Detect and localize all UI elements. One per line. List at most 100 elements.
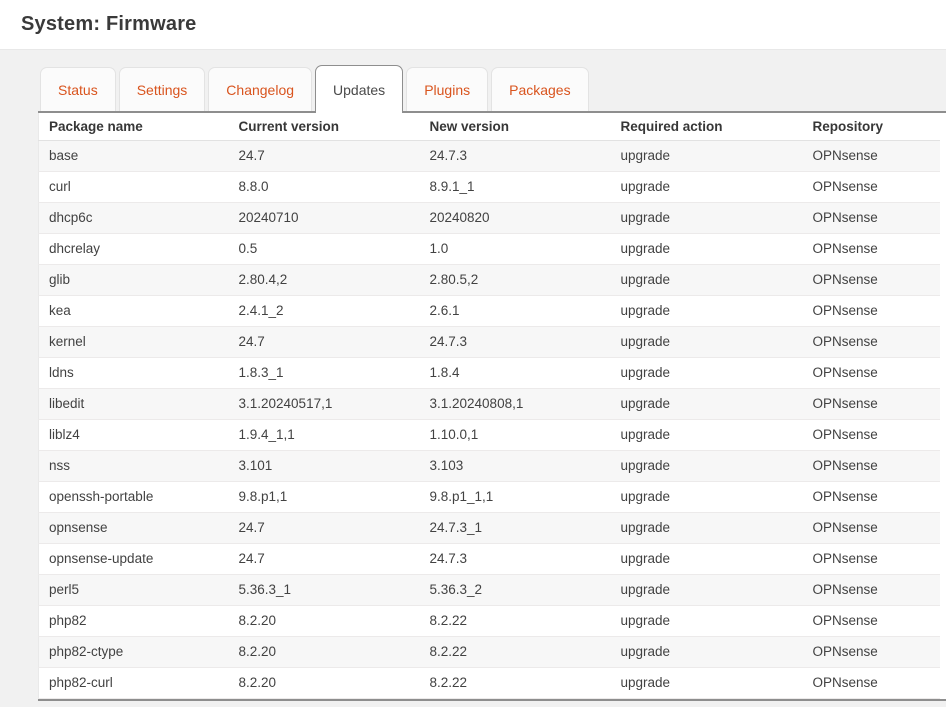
cell-current-version: 5.36.3_1 xyxy=(228,574,420,606)
table-row-base: base 24.7 24.7.3 upgrade OPNsense xyxy=(38,140,940,172)
updates-table: Package name Current version New version Re… xyxy=(38,113,940,699)
cell-new-version: 20240820 xyxy=(419,202,611,234)
table-header-row: Package name Current version New version Re… xyxy=(38,113,940,141)
cell-current-version: 2.80.4,2 xyxy=(228,264,420,296)
cell-package-name: glib xyxy=(38,264,229,296)
cell-repository: OPNsense xyxy=(802,512,940,544)
cell-repository: OPNsense xyxy=(802,636,940,668)
column-header-repository: Repository xyxy=(802,113,940,141)
table-row-ldns: ldns 1.8.3_1 1.8.4 upgrade OPNsense xyxy=(38,357,940,389)
cell-package-name: liblz4 xyxy=(38,419,229,451)
table-row-nss: nss 3.101 3.103 upgrade OPNsense xyxy=(38,450,940,482)
cell-required-action: upgrade xyxy=(610,574,803,606)
table-row-opnsense: opnsense 24.7 24.7.3_1 upgrade OPNsense xyxy=(38,512,940,544)
column-header-current-version: Current version xyxy=(228,113,420,141)
cell-required-action: upgrade xyxy=(610,481,803,513)
cell-required-action: upgrade xyxy=(610,295,803,327)
cell-new-version: 24.7.3 xyxy=(419,543,611,575)
cell-current-version: 9.8.p1,1 xyxy=(228,481,420,513)
cell-repository: OPNsense xyxy=(802,605,940,637)
content-area: Status Settings Changelog Updates Plugins Pac… xyxy=(38,50,946,701)
cell-package-name: kernel xyxy=(38,326,229,358)
cell-current-version: 24.7 xyxy=(228,512,420,544)
column-header-package-name: Package name xyxy=(38,113,229,141)
cell-required-action: upgrade xyxy=(610,419,803,451)
cell-new-version: 1.10.0,1 xyxy=(419,419,611,451)
cell-required-action: upgrade xyxy=(610,605,803,637)
cell-package-name: perl5 xyxy=(38,574,229,606)
column-header-new-version: New version xyxy=(419,113,611,141)
cell-package-name: nss xyxy=(38,450,229,482)
cell-required-action: upgrade xyxy=(610,543,803,575)
cell-required-action: upgrade xyxy=(610,202,803,234)
cell-new-version: 8.9.1_1 xyxy=(419,171,611,203)
cell-current-version: 1.9.4_1,1 xyxy=(228,419,420,451)
cell-repository: OPNsense xyxy=(802,543,940,575)
cell-current-version: 2.4.1_2 xyxy=(228,295,420,327)
cell-package-name: dhcp6c xyxy=(38,202,229,234)
cell-new-version: 1.8.4 xyxy=(419,357,611,389)
table-row-php82: php82 8.2.20 8.2.22 upgrade OPNsense xyxy=(38,605,940,637)
cell-package-name: openssh-portable xyxy=(38,481,229,513)
cell-package-name: dhcrelay xyxy=(38,233,229,265)
cell-new-version: 8.2.22 xyxy=(419,605,611,637)
tab-packages[interactable]: Packages xyxy=(491,67,589,111)
cell-new-version: 24.7.3_1 xyxy=(419,512,611,544)
cell-current-version: 8.2.20 xyxy=(228,667,420,699)
table-row-opnsense-update: opnsense-update 24.7 24.7.3 upgrade OPNsense xyxy=(38,543,940,575)
table-row-kernel: kernel 24.7 24.7.3 upgrade OPNsense xyxy=(38,326,940,358)
table-row-libedit: libedit 3.1.20240517,1 3.1.20240808,1 upgra… xyxy=(38,388,940,420)
cell-new-version: 9.8.p1_1,1 xyxy=(419,481,611,513)
tab-status[interactable]: Status xyxy=(40,67,116,111)
table-row-dhcp6c: dhcp6c 20240710 20240820 upgrade OPNsense xyxy=(38,202,940,234)
cell-required-action: upgrade xyxy=(610,233,803,265)
cell-new-version: 24.7.3 xyxy=(419,326,611,358)
table-row-glib: glib 2.80.4,2 2.80.5,2 upgrade OPNsense xyxy=(38,264,940,296)
cell-package-name: ldns xyxy=(38,357,229,389)
tab-updates[interactable]: Updates xyxy=(315,65,404,113)
cell-current-version: 24.7 xyxy=(228,140,420,172)
cell-package-name: base xyxy=(38,140,229,172)
cell-required-action: upgrade xyxy=(610,388,803,420)
cell-package-name: php82-curl xyxy=(38,667,229,699)
cell-new-version: 8.2.22 xyxy=(419,667,611,699)
cell-current-version: 3.1.20240517,1 xyxy=(228,388,420,420)
table-row-curl: curl 8.8.0 8.9.1_1 upgrade OPNsense xyxy=(38,171,940,203)
cell-repository: OPNsense xyxy=(802,264,940,296)
cell-repository: OPNsense xyxy=(802,388,940,420)
cell-new-version: 8.2.22 xyxy=(419,636,611,668)
cell-repository: OPNsense xyxy=(802,357,940,389)
table-row-dhcrelay: dhcrelay 0.5 1.0 upgrade OPNsense xyxy=(38,233,940,265)
cell-current-version: 8.8.0 xyxy=(228,171,420,203)
cell-current-version: 8.2.20 xyxy=(228,636,420,668)
cell-repository: OPNsense xyxy=(802,326,940,358)
cell-package-name: kea xyxy=(38,295,229,327)
table-row-kea: kea 2.4.1_2 2.6.1 upgrade OPNsense xyxy=(38,295,940,327)
cell-package-name: opnsense-update xyxy=(38,543,229,575)
tab-plugins[interactable]: Plugins xyxy=(406,67,489,111)
cell-new-version: 5.36.3_2 xyxy=(419,574,611,606)
tab-changelog[interactable]: Changelog xyxy=(208,67,313,111)
table-row-openssh-portable: openssh-portable 9.8.p1,1 9.8.p1_1,1 upgrad… xyxy=(38,481,940,513)
cell-required-action: upgrade xyxy=(610,636,803,668)
cell-required-action: upgrade xyxy=(610,171,803,203)
table-row-perl5: perl5 5.36.3_1 5.36.3_2 upgrade OPNsense xyxy=(38,574,940,606)
cell-current-version: 0.5 xyxy=(228,233,420,265)
cell-repository: OPNsense xyxy=(802,295,940,327)
cell-repository: OPNsense xyxy=(802,202,940,234)
cell-repository: OPNsense xyxy=(802,667,940,699)
cell-repository: OPNsense xyxy=(802,481,940,513)
cell-new-version: 2.80.5,2 xyxy=(419,264,611,296)
cell-repository: OPNsense xyxy=(802,419,940,451)
cell-repository: OPNsense xyxy=(802,574,940,606)
table-row-php82-curl: php82-curl 8.2.20 8.2.22 upgrade OPNsense xyxy=(38,667,940,699)
cell-repository: OPNsense xyxy=(802,140,940,172)
tab-settings[interactable]: Settings xyxy=(118,67,206,111)
cell-required-action: upgrade xyxy=(610,140,803,172)
header-bar: System: Firmware xyxy=(0,0,946,50)
cell-current-version: 20240710 xyxy=(228,202,420,234)
cell-required-action: upgrade xyxy=(610,264,803,296)
cell-package-name: opnsense xyxy=(38,512,229,544)
cell-current-version: 3.101 xyxy=(228,450,420,482)
cell-new-version: 24.7.3 xyxy=(419,140,611,172)
